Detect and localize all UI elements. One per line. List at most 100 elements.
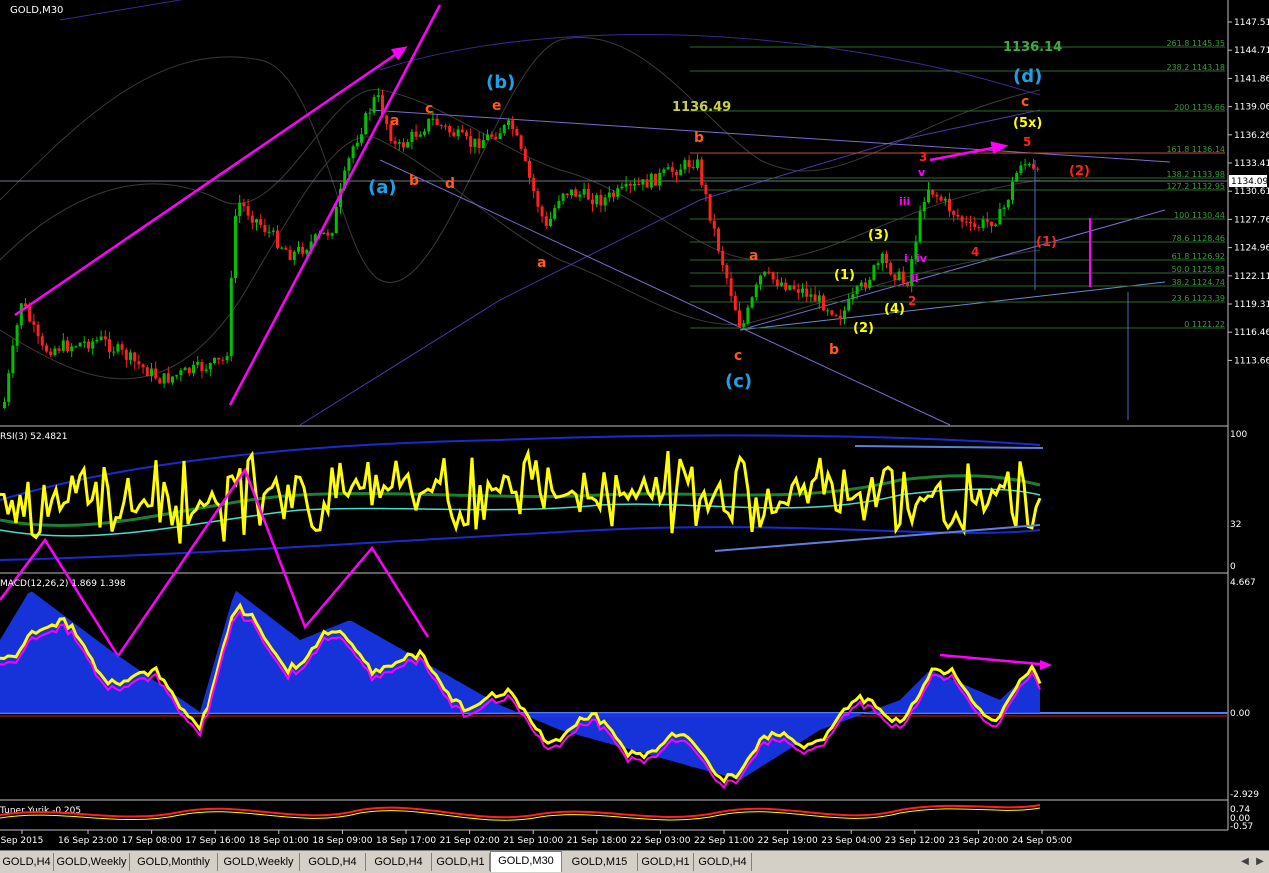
rsi-label: RSI(3) 52.4821	[0, 432, 67, 442]
price-tick: 1122.11	[1234, 272, 1269, 282]
tuner-level-bottom: -0.57	[1230, 822, 1253, 832]
wave-label: b	[829, 342, 839, 358]
chart-tab[interactable]: GOLD,M30	[490, 851, 562, 872]
wave-label: a	[537, 255, 546, 271]
price-tick: 1113.66	[1234, 356, 1269, 366]
wave-label: (5x)	[1013, 116, 1042, 131]
chart-tab[interactable]: GOLD,Weekly	[54, 853, 130, 871]
chart-tab[interactable]: GOLD,H4	[694, 853, 752, 871]
fib-label: 238.2 1143.18	[1166, 63, 1225, 72]
time-axis: 6 Sep 2015 16 Sep 23:00 17 Sep 08:0017 Sep…	[0, 830, 1072, 846]
wave-label: (2)	[1069, 164, 1090, 179]
wave-label: (3)	[868, 228, 889, 243]
tuner-pane[interactable]: Tuner Yurik -0.205 0.74 0.00 -0.57	[0, 804, 1253, 832]
time-tick: 18 Sep 01:00	[249, 836, 309, 846]
chart-tab[interactable]: GOLD,H4	[0, 853, 54, 871]
price-tick: 1116.46	[1234, 328, 1269, 338]
wave-label: (1)	[1036, 235, 1057, 250]
chart-tab[interactable]: GOLD,Weekly	[218, 853, 300, 871]
fib-label: 0 1121.22	[1184, 320, 1225, 329]
fib-label: 161.8 1136.14	[1166, 145, 1225, 154]
wave-label: a	[390, 113, 399, 129]
time-tick: 22 Sep 19:00	[758, 836, 818, 846]
chart-window[interactable]: 261.8 1145.35 238.2 1143.18 200 1139.66 161…	[0, 0, 1269, 850]
wave-label: i	[904, 252, 908, 265]
wave-label: (a)	[368, 177, 397, 198]
time-tick: 21 Sep 02:00	[440, 836, 500, 846]
wave-label: v	[918, 166, 926, 179]
wave-label: (b)	[486, 72, 515, 93]
rsi-level-100: 100	[1230, 430, 1247, 440]
time-tick: 18 Sep 09:00	[312, 836, 372, 846]
price-tick: 1124.96	[1234, 244, 1269, 254]
price-tick: 1144.71	[1234, 46, 1269, 56]
wave-label: b	[694, 130, 704, 146]
fib-label: 138.2 1133.98	[1166, 170, 1225, 179]
time-tick: 23 Sep 20:00	[948, 836, 1008, 846]
price-axis: 1147.51 1144.71 1141.86 1139.06 1136.26 1133.…	[1228, 18, 1269, 366]
time-tick: 24 Sep 05:00	[1012, 836, 1072, 846]
time-tick: 17 Sep 16:00	[185, 836, 245, 846]
fib-label: 61.8 1126.92	[1172, 252, 1225, 261]
price-tick: 1141.86	[1234, 74, 1269, 84]
time-tick: 22 Sep 11:00	[694, 836, 754, 846]
fib-label: 78.6 1128.46	[1172, 234, 1225, 243]
price-tick: 1127.76	[1234, 215, 1269, 225]
wave-label: c	[1021, 94, 1029, 110]
wave-label: (4)	[884, 302, 905, 317]
wave-label: 3	[919, 150, 927, 164]
price-tick: 1133.41	[1234, 159, 1269, 169]
fib-label: 200 1139.66	[1174, 103, 1225, 112]
wave-label: a	[749, 248, 758, 264]
macd-level-bottom: -2.929	[1230, 790, 1259, 800]
price-tick: 1147.51	[1234, 18, 1269, 28]
price-tick: 1136.26	[1234, 131, 1269, 141]
scroll-left-icon[interactable]: ◀	[1238, 855, 1252, 869]
fib-label: 23.6 1123.39	[1172, 294, 1225, 303]
chart-tab[interactable]: GOLD,Monthly	[130, 853, 218, 871]
time-tick: 23 Sep 12:00	[885, 836, 945, 846]
wave-label: 2	[908, 294, 916, 308]
chart-tab[interactable]: GOLD,H1	[432, 853, 490, 871]
fib-label: 50.0 1125.83	[1172, 265, 1225, 274]
time-tick: 22 Sep 03:00	[630, 836, 690, 846]
fib-label: 127.2 1132.95	[1166, 182, 1225, 191]
chart-tab[interactable]: GOLD,H1	[638, 853, 694, 871]
wave-label: (d)	[1013, 66, 1042, 87]
time-tick: 6 Sep 2015	[0, 836, 43, 846]
current-price-value: 1134.09	[1231, 177, 1268, 187]
time-tick: 18 Sep 17:00	[376, 836, 436, 846]
price-tick: 1119.31	[1234, 300, 1269, 310]
chart-symbol-title: GOLD,M30	[10, 5, 63, 16]
fib-label: 261.8 1145.35	[1166, 39, 1225, 48]
wave-label: (1)	[834, 268, 855, 283]
wave-label: 4	[971, 245, 979, 259]
wave-label: ii	[911, 272, 919, 285]
fib-label: 38.2 1124.74	[1172, 278, 1225, 287]
price-label: 1136.49	[672, 100, 731, 115]
macd-level-top: 4.667	[1230, 578, 1256, 588]
time-tick: 21 Sep 10:00	[503, 836, 563, 846]
scroll-right-icon[interactable]: ▶	[1253, 855, 1267, 869]
rsi-pane[interactable]: RSI(3) 52.4821 100 32 0	[0, 430, 1247, 659]
wave-label: (c)	[725, 371, 752, 392]
wave-label: iv	[916, 252, 928, 265]
chart-tab[interactable]: GOLD,H4	[300, 853, 366, 871]
wave-label: 5	[1023, 135, 1031, 149]
chart-tab[interactable]: GOLD,M15	[562, 853, 638, 871]
wave-label: c	[425, 101, 433, 117]
time-tick: 23 Sep 04:00	[821, 836, 881, 846]
wave-label: c	[734, 348, 742, 364]
chart-tab[interactable]: GOLD,H4	[366, 853, 432, 871]
macd-pane[interactable]: MACD(12,26,2) 1.869 1.398 4.667 0.00 -2.…	[0, 578, 1259, 800]
wave-label: iii	[899, 195, 910, 208]
fib-label: 100 1130.44	[1174, 211, 1225, 220]
price-tick: 1130.61	[1234, 187, 1269, 197]
tuner-label: Tuner Yurik -0.205	[0, 806, 81, 816]
macd-level-zero: 0.00	[1230, 709, 1250, 719]
time-tick: 21 Sep 18:00	[567, 836, 627, 846]
macd-label: MACD(12,26,2) 1.869 1.398	[0, 579, 126, 589]
rsi-level-0: 0	[1230, 562, 1236, 572]
wave-label: e	[492, 98, 502, 114]
price-tick: 1139.06	[1234, 103, 1269, 113]
